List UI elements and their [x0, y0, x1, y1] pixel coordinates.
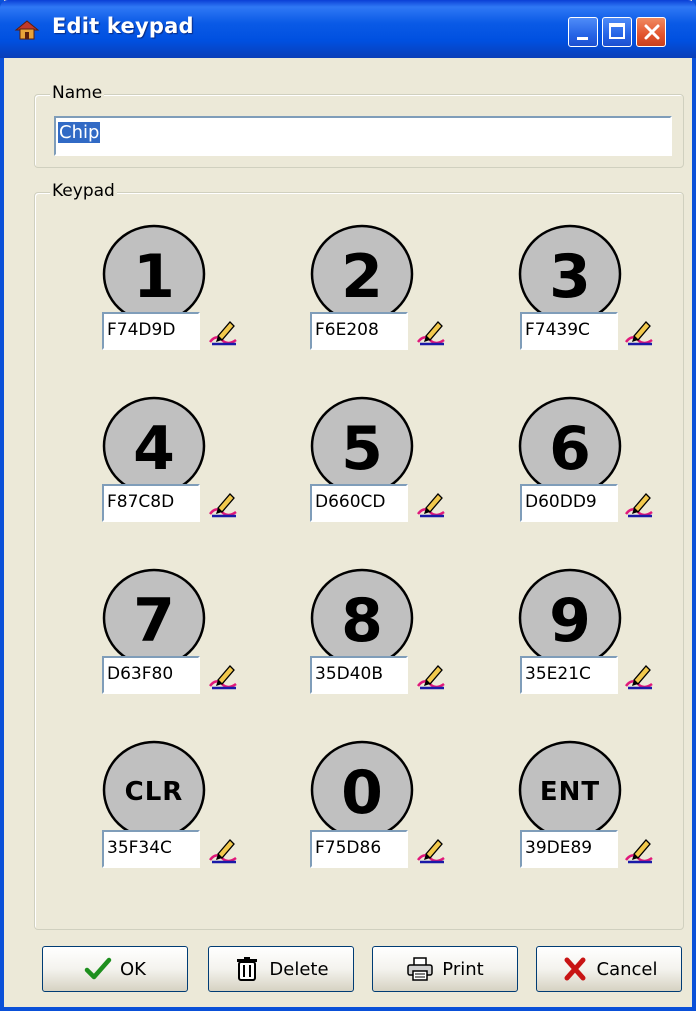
- key-code-field[interactable]: F6E208: [310, 312, 408, 350]
- keypad-key-label: 0: [341, 758, 383, 828]
- window-title: Edit keypad: [52, 14, 194, 38]
- pen-edit-icon[interactable]: [624, 662, 654, 690]
- maximize-button[interactable]: [602, 17, 632, 47]
- keypad-key-8[interactable]: 8: [310, 566, 414, 670]
- keypad-key-clr[interactable]: CLR: [102, 738, 206, 842]
- minimize-button[interactable]: [568, 17, 598, 47]
- name-input-value: Chip: [58, 122, 101, 143]
- key-code-field[interactable]: D60DD9: [520, 484, 618, 522]
- keypad-key-1[interactable]: 1: [102, 222, 206, 326]
- key-code-field[interactable]: F74D9D: [102, 312, 200, 350]
- keypad-key-label: 8: [341, 586, 383, 656]
- pen-edit-icon[interactable]: [208, 490, 238, 518]
- minimize-icon: [577, 37, 588, 40]
- pen-edit-icon[interactable]: [416, 662, 446, 690]
- print-button-label: Print: [442, 958, 484, 980]
- pen-edit-icon[interactable]: [208, 836, 238, 864]
- cancel-button[interactable]: Cancel: [536, 946, 682, 992]
- key-code-field[interactable]: 35E21C: [520, 656, 618, 694]
- keypad-group-label: Keypad: [50, 181, 117, 201]
- ok-button-label: OK: [120, 958, 146, 980]
- close-icon: [641, 21, 663, 43]
- ok-button[interactable]: OK: [42, 946, 188, 992]
- edit-keypad-dialog: Edit keypad Name Chip Keypad 1 F74D9D 2 F6E…: [0, 0, 696, 1011]
- keypad-key-label: 5: [341, 414, 383, 484]
- pen-edit-icon[interactable]: [624, 836, 654, 864]
- delete-button[interactable]: Delete: [208, 946, 354, 992]
- keypad-key-3[interactable]: 3: [518, 222, 622, 326]
- key-code-field[interactable]: 35F34C: [102, 830, 200, 868]
- keypad-key-6[interactable]: 6: [518, 394, 622, 498]
- key-code-field[interactable]: 39DE89: [520, 830, 618, 868]
- keypad-key-7[interactable]: 7: [102, 566, 206, 670]
- pen-edit-icon[interactable]: [416, 490, 446, 518]
- keypad-key-label: 6: [549, 414, 591, 484]
- pen-edit-icon[interactable]: [208, 318, 238, 346]
- title-bar[interactable]: Edit keypad: [0, 0, 696, 58]
- keypad-key-label: 2: [341, 242, 383, 312]
- app-icon: [14, 18, 40, 42]
- maximize-icon: [609, 23, 625, 39]
- pen-edit-icon[interactable]: [416, 836, 446, 864]
- keypad-key-label: CLR: [125, 777, 184, 807]
- key-code-field[interactable]: F7439C: [520, 312, 618, 350]
- keypad-key-label: 9: [549, 586, 591, 656]
- close-button[interactable]: [636, 17, 666, 47]
- name-input[interactable]: Chip: [54, 116, 672, 156]
- x-icon: [561, 956, 589, 982]
- keypad-key-5[interactable]: 5: [310, 394, 414, 498]
- keypad-key-label: 7: [133, 586, 175, 656]
- trash-icon: [233, 956, 261, 982]
- keypad-key-2[interactable]: 2: [310, 222, 414, 326]
- key-code-field[interactable]: F75D86: [310, 830, 408, 868]
- print-button[interactable]: Print: [372, 946, 518, 992]
- keypad-key-label: 1: [133, 242, 175, 312]
- cancel-button-label: Cancel: [596, 958, 658, 980]
- pen-edit-icon[interactable]: [208, 662, 238, 690]
- name-group-label: Name: [50, 83, 105, 103]
- delete-button-label: Delete: [269, 958, 329, 980]
- keypad-key-9[interactable]: 9: [518, 566, 622, 670]
- keypad-key-0[interactable]: 0: [310, 738, 414, 842]
- keypad-key-ent[interactable]: ENT: [518, 738, 622, 842]
- key-code-field[interactable]: 35D40B: [310, 656, 408, 694]
- key-code-field[interactable]: F87C8D: [102, 484, 200, 522]
- key-code-field[interactable]: D63F80: [102, 656, 200, 694]
- printer-icon: [406, 956, 434, 982]
- pen-edit-icon[interactable]: [624, 318, 654, 346]
- checkmark-icon: [84, 956, 112, 982]
- keypad-key-label: 3: [549, 242, 591, 312]
- keypad-key-4[interactable]: 4: [102, 394, 206, 498]
- pen-edit-icon[interactable]: [624, 490, 654, 518]
- pen-edit-icon[interactable]: [416, 318, 446, 346]
- keypad-key-label: ENT: [540, 777, 600, 807]
- keypad-key-label: 4: [133, 414, 175, 484]
- key-code-field[interactable]: D660CD: [310, 484, 408, 522]
